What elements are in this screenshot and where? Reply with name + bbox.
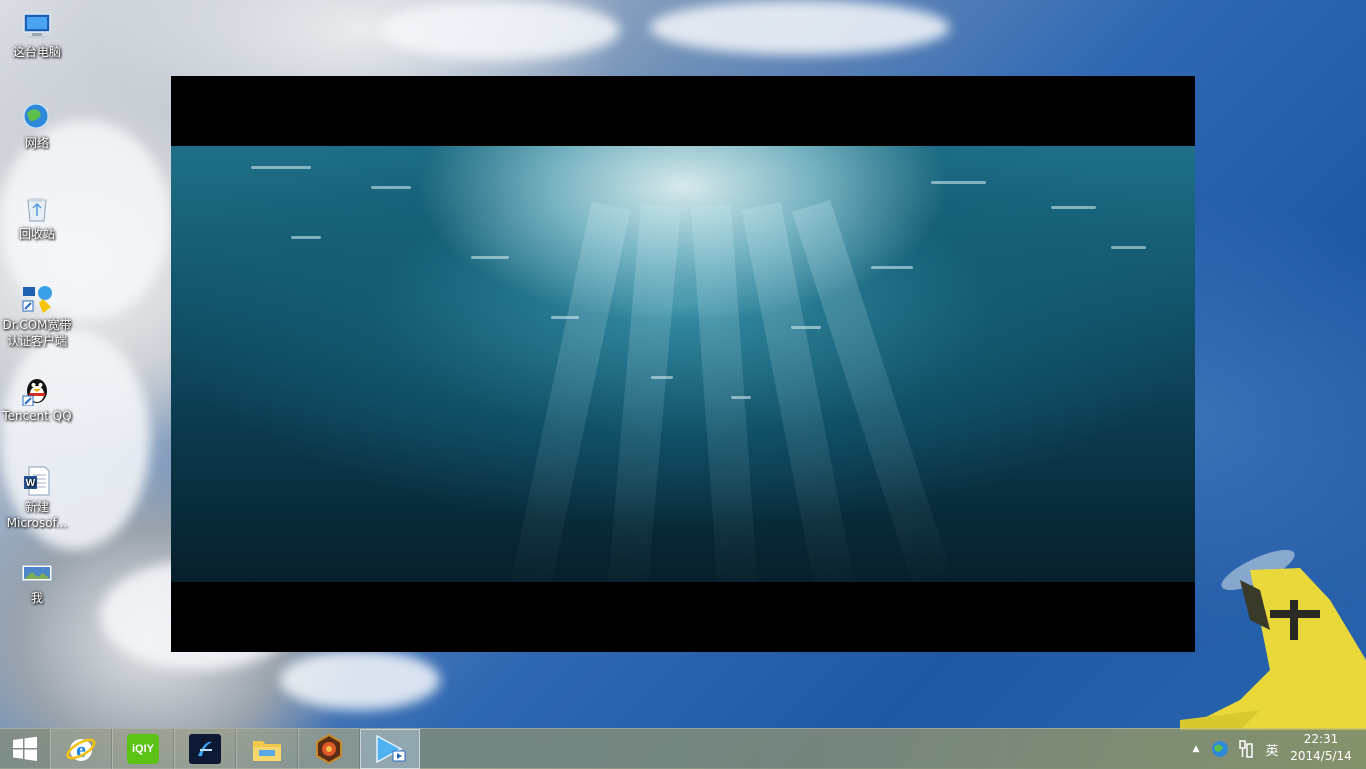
desktop-icon-word-doc[interactable]: W 新建 Microsof... (0, 459, 74, 531)
desktop-icon-label-line2: Microsof... (6, 516, 68, 530)
taskbar-video-player[interactable] (360, 729, 420, 769)
taskbar-iqiyi[interactable]: iQIY (112, 729, 174, 769)
tray-show-hidden-icons[interactable]: ▲ (1186, 729, 1206, 769)
desktop-icon-label-line1: Dr.COM宽带 (2, 318, 72, 332)
desktop-icon-label-line1: 新建 (24, 500, 49, 514)
desktop-icon-network[interactable]: 网络 (0, 95, 74, 151)
water-ripple (871, 266, 913, 269)
wallpaper-cloud (380, 0, 620, 60)
wallpaper-cloud (650, 0, 950, 55)
water-ripple (251, 166, 311, 169)
drcom-icon (21, 283, 53, 315)
tray-action-center[interactable] (1234, 729, 1258, 769)
taskbar-clock[interactable]: 22:31 2014/5/14 (1286, 728, 1356, 768)
start-button[interactable] (0, 729, 50, 769)
iqiyi-icon-text: iQIY (131, 743, 154, 755)
recycle-bin-icon (21, 192, 53, 224)
desktop-icon-label: 这台电脑 (12, 45, 61, 59)
hexagon-app-icon (316, 733, 342, 765)
input-method-label: 英 (1265, 743, 1279, 759)
folder-icon (253, 741, 281, 761)
chevron-up-icon: ▲ (1192, 744, 1200, 754)
word-document-icon: W (21, 465, 53, 497)
desktop-icon-label: 我 (30, 591, 43, 605)
water-ripple (291, 236, 321, 239)
video-player-icon (376, 734, 406, 764)
network-globe-icon (1212, 741, 1228, 757)
windows-logo-icon (13, 736, 37, 761)
light-ray (691, 204, 759, 582)
flag-icon (1239, 740, 1253, 758)
desktop-icon-label: 回收站 (18, 227, 55, 241)
desktop-icon-image-me[interactable]: 我 (0, 550, 74, 606)
tray-input-method[interactable]: 英 (1260, 729, 1284, 769)
water-ripple (471, 256, 509, 259)
taskbar: e iQIY ▲ 英 (0, 728, 1366, 769)
blue-app-icon (189, 734, 221, 764)
tray-network[interactable] (1208, 729, 1232, 769)
desktop-icon-drcom[interactable]: Dr.COM宽带 认证客户端 (0, 277, 74, 349)
water-ripple (1111, 246, 1146, 249)
taskbar-app-3[interactable] (174, 729, 236, 769)
water-ripple (791, 326, 821, 329)
image-file-icon (21, 556, 53, 588)
taskbar-app-5[interactable] (298, 729, 360, 769)
desktop-icon-this-pc[interactable]: 这台电脑 (0, 4, 74, 60)
video-player-window[interactable] (171, 76, 1195, 652)
network-icon (21, 101, 53, 133)
ie-icon: e (66, 737, 96, 762)
desktop-icon-label-line2: 认证客户端 (6, 334, 67, 348)
clock-time: 22:31 (1303, 732, 1339, 746)
water-ripple (731, 396, 751, 399)
taskbar-internet-explorer[interactable]: e (50, 729, 112, 769)
desktop-icon-label: 网络 (24, 136, 49, 150)
taskbar-file-explorer[interactable] (236, 729, 298, 769)
wallpaper-cloud (280, 650, 440, 710)
water-ripple (551, 316, 579, 319)
water-ripple (371, 186, 411, 189)
clock-date: 2014/5/14 (1290, 749, 1352, 763)
desktop-icon-tencent-qq[interactable]: Tencent QQ (0, 368, 74, 424)
video-frame-underwater[interactable] (171, 146, 1195, 582)
desktop-icon-recycle-bin[interactable]: 回收站 (0, 186, 74, 242)
iqiyi-icon: iQIY (127, 734, 159, 764)
water-ripple (1051, 206, 1096, 209)
water-ripple (651, 376, 673, 379)
water-ripple (931, 181, 986, 184)
qq-penguin-icon (21, 374, 53, 407)
computer-icon (21, 10, 53, 42)
wallpaper-airplane (1180, 549, 1366, 730)
svg-text:W: W (26, 478, 36, 489)
desktop-icon-label: Tencent QQ (2, 409, 72, 423)
